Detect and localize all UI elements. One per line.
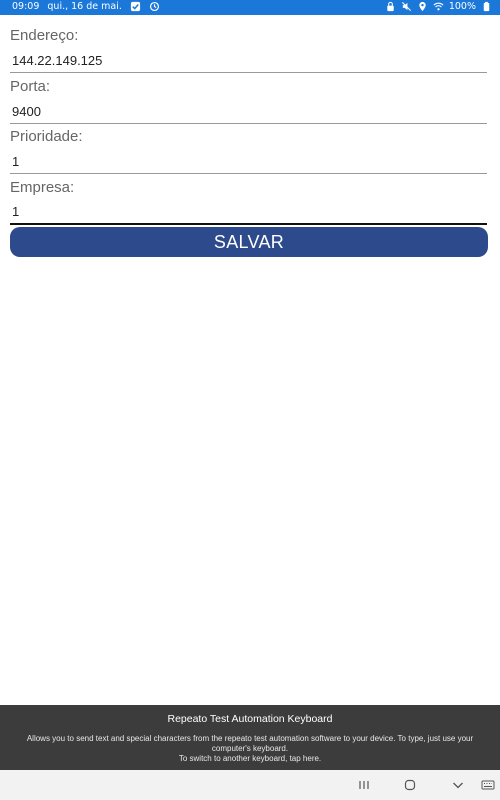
home-icon[interactable]	[398, 776, 422, 794]
navigation-bar	[0, 770, 500, 800]
porta-label: Porta:	[10, 78, 51, 95]
status-right: 100%	[385, 1, 492, 12]
sync-icon	[149, 1, 160, 12]
empresa-input[interactable]	[10, 203, 487, 225]
save-button[interactable]: SALVAR	[10, 227, 488, 257]
endereco-label: Endereço:	[10, 27, 79, 44]
wifi-icon	[433, 1, 444, 12]
status-left: 09:09 qui., 16 de mai.	[12, 1, 160, 12]
keyboard-panel[interactable]: Repeato Test Automation Keyboard Allows …	[0, 705, 500, 770]
battery-percent: 100%	[448, 1, 476, 12]
keyboard-switch-hint[interactable]: To switch to another keyboard, tap here.	[0, 754, 500, 763]
prioridade-label: Prioridade:	[10, 128, 83, 145]
check-square-icon	[130, 1, 141, 12]
prioridade-input[interactable]	[10, 152, 487, 174]
status-bar: 09:09 qui., 16 de mai. 100%	[0, 0, 500, 15]
keyboard-description: Allows you to send text and special char…	[26, 734, 474, 753]
battery-icon	[481, 1, 492, 12]
status-time: 09:09	[12, 1, 40, 12]
endereco-input[interactable]	[10, 51, 487, 73]
back-icon[interactable]	[446, 776, 470, 794]
location-icon	[417, 1, 428, 12]
keyboard-title: Repeato Test Automation Keyboard	[167, 713, 333, 725]
mute-icon	[401, 1, 412, 12]
empresa-label: Empresa:	[10, 179, 75, 196]
status-date: qui., 16 de mai.	[47, 1, 122, 12]
lock-icon	[385, 1, 396, 12]
recents-icon[interactable]	[352, 776, 376, 794]
keyboard-switch-icon[interactable]	[478, 776, 498, 794]
porta-input[interactable]	[10, 102, 487, 124]
